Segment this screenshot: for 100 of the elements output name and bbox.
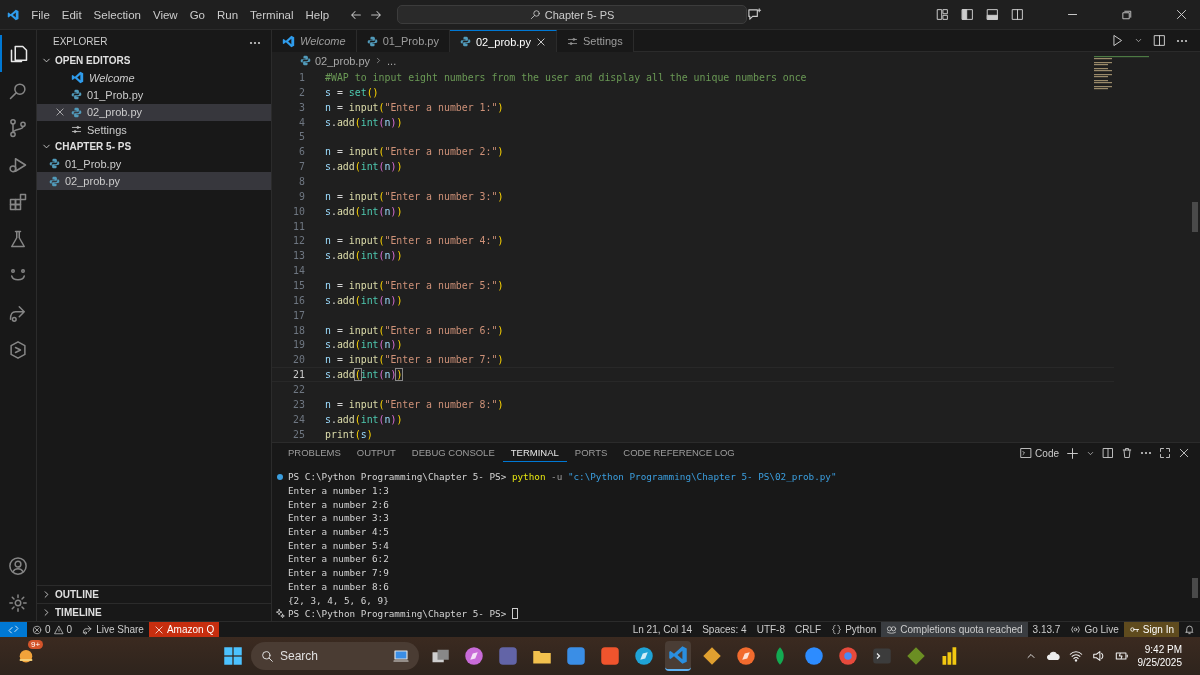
- terminal-line: Enter a number 7:9: [288, 567, 389, 579]
- line-number: 9: [298, 190, 305, 202]
- live-share-button[interactable]: Live Share: [77, 621, 149, 638]
- code-line: s.add(int(n)): [325, 250, 403, 262]
- account-icon[interactable]: [8, 555, 28, 576]
- windows-start-icon[interactable]: [223, 646, 243, 666]
- breadcrumb-item[interactable]: 02_prob.py: [315, 54, 371, 67]
- cloud-icon[interactable]: [1045, 649, 1060, 663]
- minimap[interactable]: [1092, 56, 1152, 92]
- scrollbar-thumb[interactable]: [1192, 202, 1198, 232]
- search-icon[interactable]: [8, 80, 28, 101]
- panel-tab[interactable]: PORTS: [566, 444, 616, 462]
- menu-item[interactable]: View: [146, 8, 184, 21]
- panel-toggle-icon[interactable]: [986, 8, 999, 21]
- code-line: n = input("Enter a number 4:"): [325, 235, 504, 247]
- scrollbar-thumb[interactable]: [1192, 578, 1198, 598]
- line-number: 11: [292, 220, 305, 232]
- menu-item[interactable]: Selection: [87, 8, 147, 21]
- go-live-button[interactable]: Go Live: [1065, 621, 1124, 638]
- line-number: 10: [292, 205, 305, 217]
- status-item[interactable]: CRLF: [790, 621, 827, 638]
- run-icon[interactable]: [1111, 34, 1124, 47]
- explorer-item[interactable]: Settings: [37, 120, 271, 139]
- menu-item[interactable]: Terminal: [244, 8, 300, 21]
- branch-icon[interactable]: [8, 117, 28, 138]
- line-number: 8: [298, 175, 305, 187]
- code-line: s.add(int(n)): [325, 161, 403, 173]
- editor-tab[interactable]: Welcome: [272, 30, 357, 52]
- menu-item[interactable]: Go: [183, 8, 211, 21]
- editor-tab[interactable]: Settings: [556, 30, 634, 52]
- layout-icon[interactable]: [936, 8, 949, 21]
- panel-tab[interactable]: PROBLEMS: [280, 444, 349, 462]
- explorer-item[interactable]: 01_Prob.py: [37, 86, 271, 104]
- clock[interactable]: 9:42 PM 9/25/2025: [1137, 643, 1182, 669]
- workspace-title: Chapter 5- PS: [544, 8, 615, 21]
- plus-icon[interactable]: [1066, 446, 1079, 460]
- warning-icon: [53, 624, 64, 635]
- hexagon-icon[interactable]: [8, 339, 28, 360]
- terminal-line: PS C:\Python Programming\Chapter 5- PS>: [288, 608, 508, 620]
- panel-tab[interactable]: TERMINAL: [502, 444, 567, 462]
- restore-icon[interactable]: [1121, 8, 1133, 21]
- blocks-icon[interactable]: [8, 191, 28, 212]
- sidebar-toggle-icon[interactable]: [961, 8, 974, 21]
- language-button[interactable]: Python: [826, 621, 882, 638]
- terminal-profile-button[interactable]: Code: [1020, 447, 1059, 459]
- line-number: 3: [298, 101, 305, 113]
- status-item[interactable]: Ln 21, Col 14: [627, 621, 698, 638]
- panel-tab[interactable]: DEBUG CONSOLE: [403, 444, 503, 462]
- battery-icon[interactable]: [1114, 649, 1129, 663]
- flask-icon[interactable]: [8, 228, 28, 249]
- status-item[interactable]: Spaces: 4: [697, 621, 752, 638]
- files-icon[interactable]: [9, 43, 29, 64]
- editor-tab[interactable]: 02_prob.py: [449, 30, 557, 52]
- split-icon[interactable]: [1102, 447, 1114, 459]
- copilot-status[interactable]: Completions quota reached: [881, 621, 1028, 638]
- status-item[interactable]: 3.13.7: [1027, 621, 1066, 638]
- maximize-icon[interactable]: [1159, 447, 1171, 459]
- breadcrumb-item[interactable]: ...: [387, 54, 397, 67]
- settings-icon[interactable]: [8, 592, 28, 613]
- section-header[interactable]: OUTLINE: [55, 589, 99, 600]
- menu-item[interactable]: Run: [211, 8, 245, 21]
- line-number: 14: [292, 265, 305, 277]
- more-icon[interactable]: [249, 40, 261, 45]
- menu-item[interactable]: Help: [299, 8, 336, 21]
- section-header[interactable]: CHAPTER 5- PS: [55, 141, 132, 153]
- explorer-item[interactable]: 01_Prob.py: [37, 155, 271, 173]
- close-icon[interactable]: [1175, 8, 1188, 21]
- editor-tab[interactable]: 01_Prob.py: [356, 30, 450, 52]
- explorer-item[interactable]: 02_prob.py: [37, 172, 271, 190]
- more-icon[interactable]: [1140, 451, 1152, 455]
- close-icon[interactable]: [535, 36, 546, 47]
- split-icon[interactable]: [1011, 8, 1024, 21]
- line-number: 5: [298, 131, 305, 143]
- section-header[interactable]: OPEN EDITORS: [55, 55, 131, 66]
- close-icon[interactable]: [55, 107, 65, 118]
- python-icon: [300, 55, 311, 66]
- volume-icon[interactable]: [1091, 649, 1106, 663]
- amazon-q-button[interactable]: Amazon Q: [148, 621, 220, 638]
- more-icon[interactable]: [1176, 38, 1188, 43]
- panel-tab[interactable]: CODE REFERENCE LOG: [615, 444, 743, 462]
- close-icon[interactable]: [1178, 447, 1190, 459]
- sign-in-button[interactable]: Sign In: [1123, 621, 1179, 638]
- section-header[interactable]: TIMELINE: [55, 607, 102, 618]
- terminal-line: PS C:\Python Programming\Chapter 5- PS> python -u "c:\Python Programming\Chapter 5- PS\02_prob.py": [288, 471, 837, 483]
- chevron-down-icon[interactable]: [1134, 36, 1143, 45]
- bell-icon: [1184, 624, 1195, 635]
- panel-tab[interactable]: OUTPUT: [348, 444, 404, 462]
- split-editor-icon[interactable]: [1153, 34, 1166, 47]
- explorer-item[interactable]: Welcome: [37, 69, 271, 87]
- wifi-icon[interactable]: [1068, 649, 1083, 663]
- explorer-item[interactable]: 02_prob.py: [37, 103, 271, 121]
- taskbar-search[interactable]: Search: [251, 642, 419, 670]
- chat-sparkle-icon[interactable]: [747, 7, 762, 22]
- status-item[interactable]: UTF-8: [751, 621, 790, 638]
- problems-button[interactable]: 0 0: [27, 621, 78, 638]
- remote-button[interactable]: [0, 621, 27, 638]
- trash-icon[interactable]: [1121, 447, 1133, 459]
- menu-item[interactable]: Edit: [55, 8, 88, 21]
- menu-item[interactable]: File: [25, 8, 56, 21]
- command-center[interactable]: Chapter 5- PS: [397, 5, 747, 24]
